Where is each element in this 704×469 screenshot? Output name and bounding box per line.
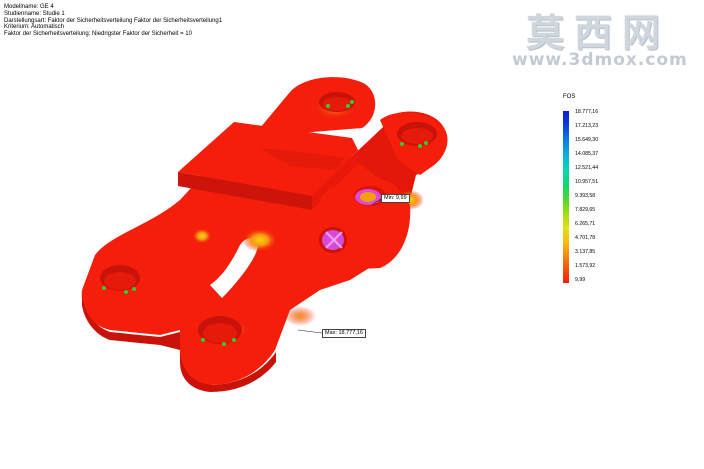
- legend-label: 9,99: [575, 277, 586, 283]
- legend-label: 18.777,16: [575, 109, 599, 115]
- legend-title: FOS: [563, 94, 576, 100]
- legend-color-bar: [563, 111, 569, 283]
- legend-label: 15.649,30: [575, 137, 599, 143]
- legend-label: 6.265,71: [575, 221, 596, 227]
- max-probe-label[interactable]: Max: 18.777,16: [322, 329, 366, 338]
- legend-label: 1.573,92: [575, 263, 596, 269]
- legend-label: 4.701,78: [575, 235, 596, 241]
- fos-legend: FOS 18.777,16 17.213,23 15.649,30 14.085…: [560, 94, 620, 294]
- max-probe-leader: [297, 329, 323, 334]
- legend-label: 14.085,37: [575, 151, 599, 157]
- fork-lug: [316, 177, 411, 270]
- min-probe-label[interactable]: Min: 9,99: [381, 194, 410, 203]
- legend-label: 12.521,44: [575, 165, 599, 171]
- legend-label: 17.213,23: [575, 123, 599, 129]
- bolt-hole-upper-left: [319, 92, 355, 112]
- legend-label: 3.137,85: [575, 249, 596, 255]
- legend-label: 10.957,51: [575, 179, 599, 185]
- legend-label: 9.393,58: [575, 193, 596, 199]
- legend-label: 7.829,65: [575, 207, 596, 213]
